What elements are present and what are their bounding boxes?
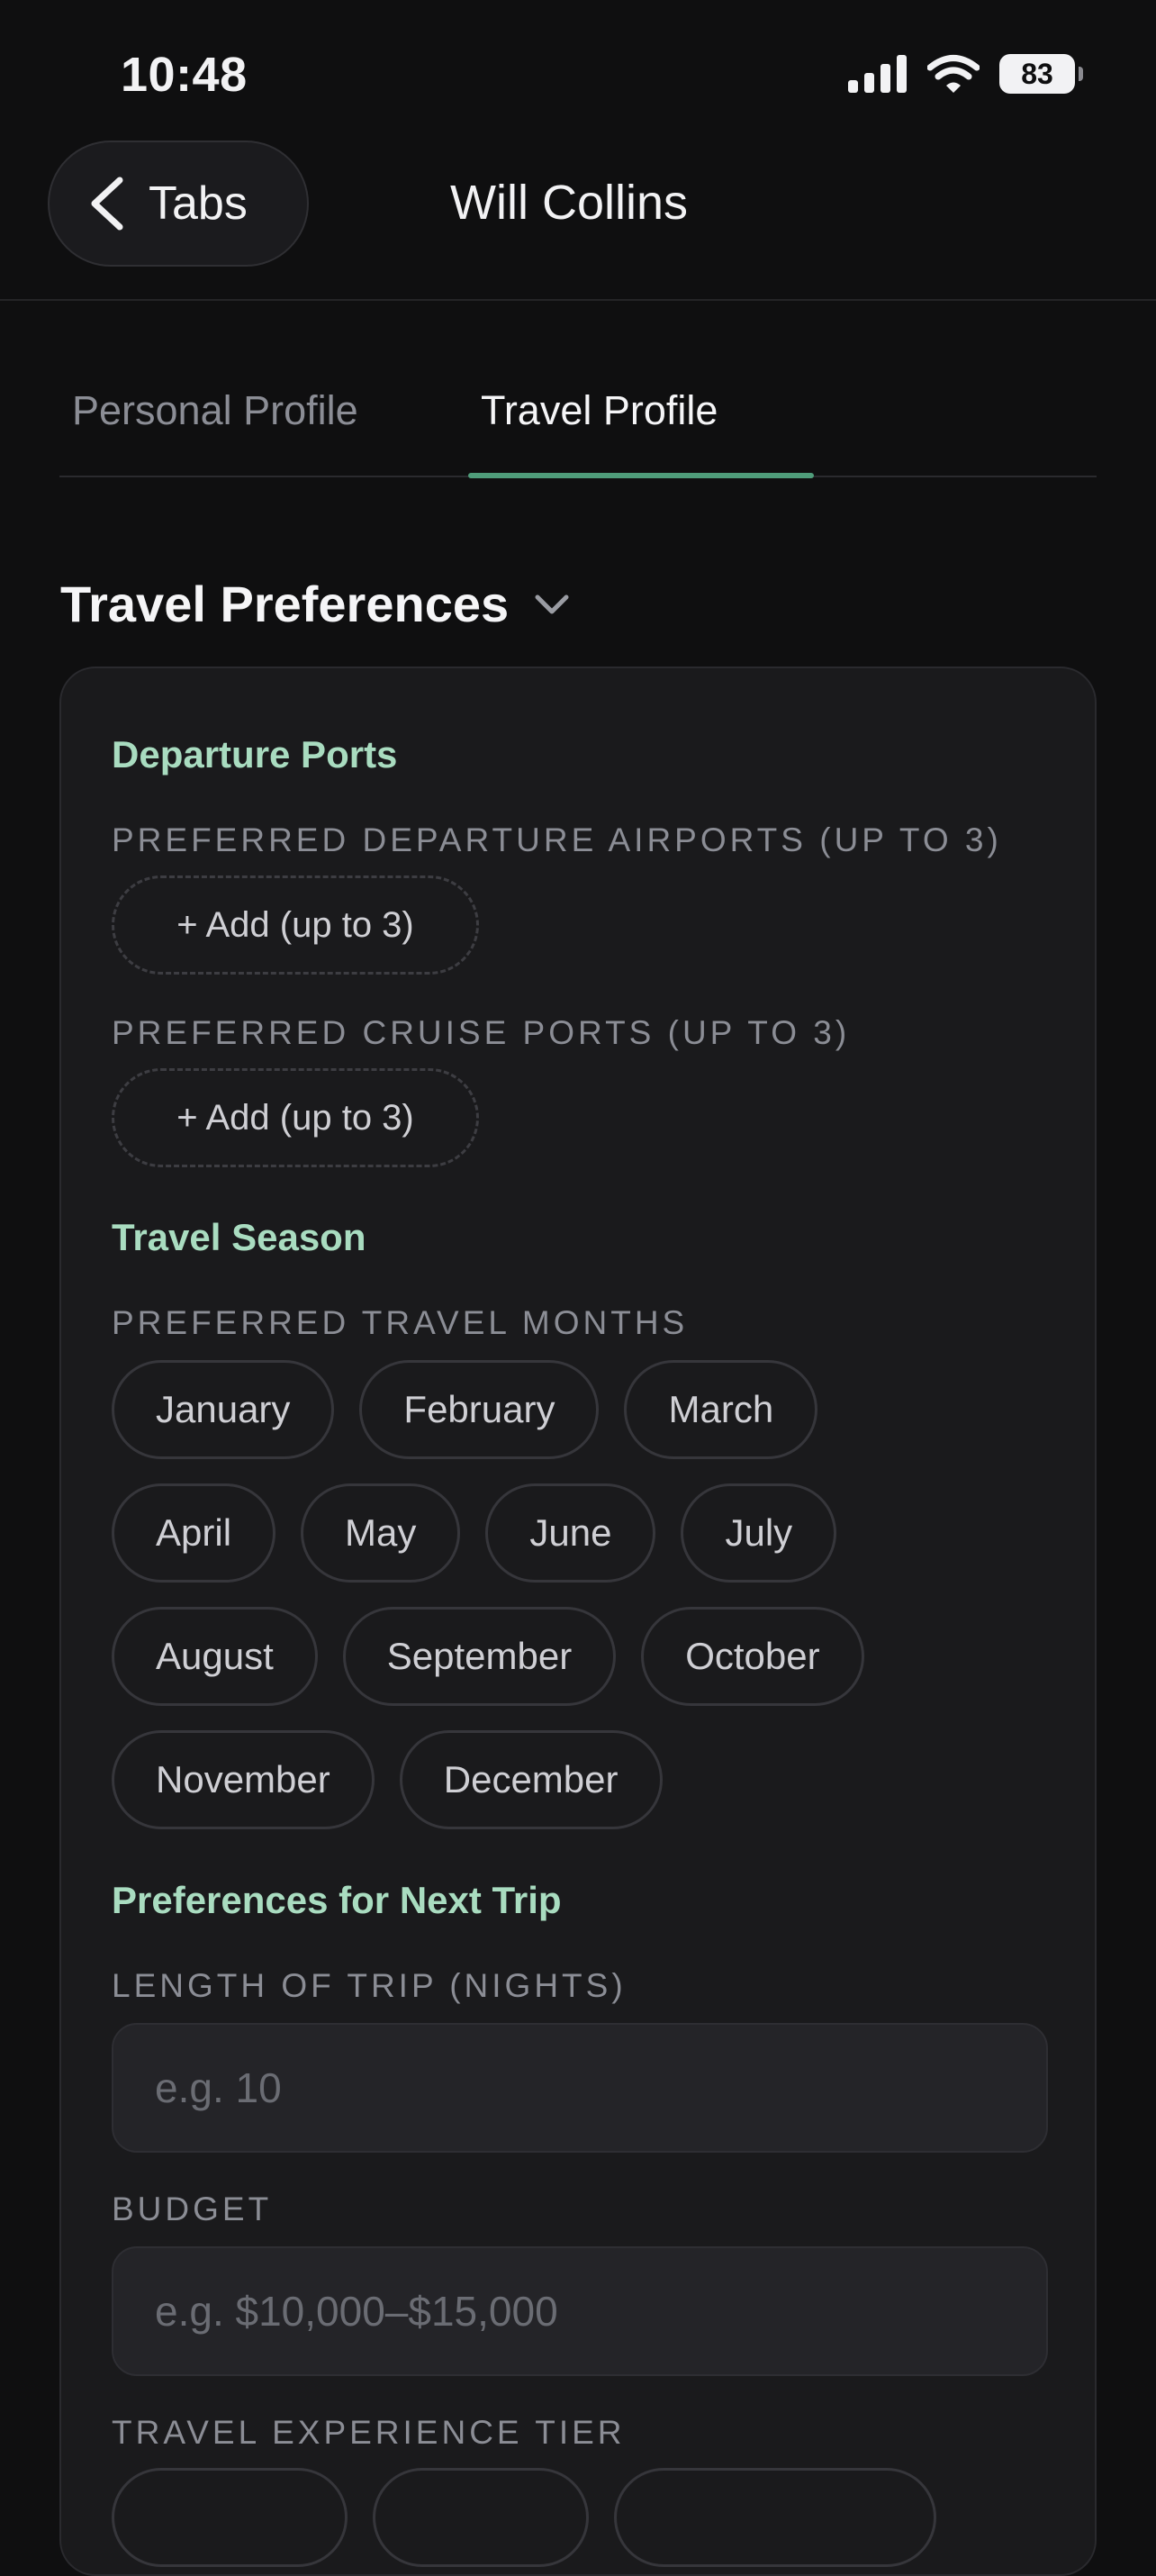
experience-tier-chip[interactable]: [614, 2468, 936, 2567]
trip-length-input[interactable]: [112, 2023, 1048, 2153]
month-chip-group: January February March April May June Ju…: [112, 1360, 1048, 1854]
month-chip-june[interactable]: June: [485, 1483, 656, 1583]
back-button[interactable]: Tabs: [48, 141, 309, 267]
cellular-signal-icon: [848, 55, 907, 93]
cruise-ports-label: PREFERRED CRUISE PORTS (UP TO 3): [112, 1014, 851, 1051]
experience-tier-chip[interactable]: [112, 2468, 348, 2567]
add-cruise-port-button[interactable]: + Add (up to 3): [112, 1068, 479, 1167]
month-chip-october[interactable]: October: [641, 1607, 864, 1706]
trip-length-label: LENGTH OF TRIP (NIGHTS): [112, 1967, 627, 2004]
month-chip-january[interactable]: January: [112, 1360, 335, 1459]
section-title: Travel Preferences: [60, 576, 510, 632]
profile-tabs: Personal Profile Travel Profile: [59, 360, 1097, 478]
chevron-left-icon: [91, 177, 123, 231]
departure-ports-title: Departure Ports: [112, 733, 398, 776]
tab-travel-profile[interactable]: Travel Profile: [481, 387, 718, 434]
status-bar: 10:48 83: [0, 0, 1156, 135]
month-chip-april[interactable]: April: [112, 1483, 276, 1583]
month-chip-august[interactable]: August: [112, 1607, 318, 1706]
travel-months-label: PREFERRED TRAVEL MONTHS: [112, 1304, 689, 1341]
month-chip-november[interactable]: November: [112, 1730, 375, 1829]
month-chip-september[interactable]: September: [342, 1607, 617, 1706]
month-chip-december[interactable]: December: [399, 1730, 663, 1829]
wifi-icon: [927, 55, 980, 93]
chevron-down-icon: [535, 594, 569, 613]
month-chip-may[interactable]: May: [301, 1483, 461, 1583]
battery-icon: 83: [999, 54, 1083, 94]
status-icons: 83: [848, 54, 1083, 94]
departure-airports-label: PREFERRED DEPARTURE AIRPORTS (UP TO 3): [112, 821, 1002, 858]
travel-season-title: Travel Season: [112, 1216, 366, 1258]
experience-tier-chip[interactable]: [373, 2468, 589, 2567]
page-title: Will Collins: [450, 176, 689, 230]
month-chip-july[interactable]: July: [681, 1483, 837, 1583]
month-chip-march[interactable]: March: [624, 1360, 818, 1459]
month-chip-february[interactable]: February: [359, 1360, 600, 1459]
battery-level: 83: [1021, 57, 1053, 90]
tab-personal-profile[interactable]: Personal Profile: [72, 387, 358, 434]
back-button-label: Tabs: [149, 177, 248, 230]
nav-header: Tabs Will Collins: [0, 135, 1156, 301]
next-trip-title: Preferences for Next Trip: [112, 1879, 562, 1921]
add-departure-airport-button[interactable]: + Add (up to 3): [112, 875, 479, 975]
travel-preferences-toggle[interactable]: Travel Preferences: [60, 575, 570, 633]
status-time: 10:48: [121, 48, 248, 102]
budget-input[interactable]: [112, 2246, 1048, 2376]
experience-tier-chip-group: [112, 2468, 936, 2567]
budget-label: BUDGET: [112, 2191, 273, 2227]
travel-preferences-card: Departure Ports PREFERRED DEPARTURE AIRP…: [59, 667, 1097, 2576]
active-tab-indicator: [468, 473, 814, 478]
experience-tier-label: TRAVEL EXPERIENCE TIER: [112, 2414, 626, 2451]
